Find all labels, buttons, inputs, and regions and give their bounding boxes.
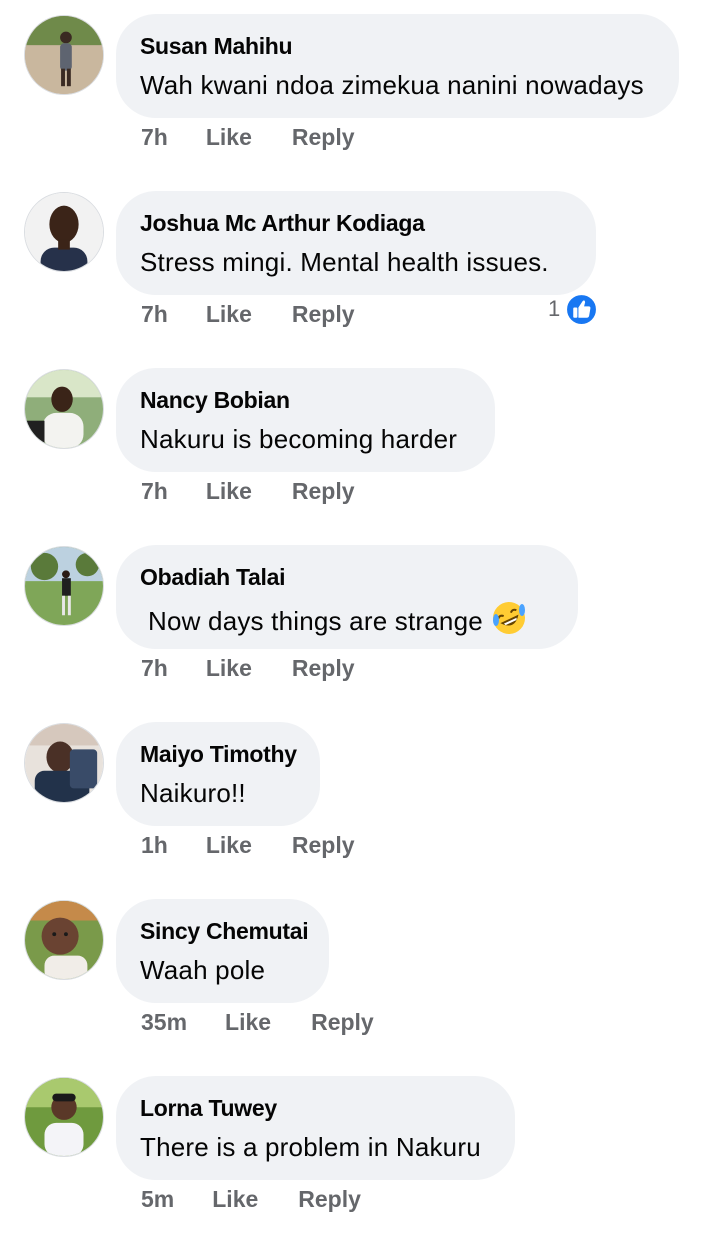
- reply-button[interactable]: Reply: [292, 476, 355, 506]
- comment-actions: 5m Like Reply: [141, 1182, 361, 1216]
- comment-item: Obadiah Talai Now days things are strang…: [0, 531, 720, 708]
- like-button[interactable]: Like: [206, 299, 252, 329]
- reply-button[interactable]: Reply: [292, 653, 355, 683]
- reply-button[interactable]: Reply: [292, 830, 355, 860]
- thumbs-up-icon: [565, 292, 599, 326]
- comment-text-content: Now days things are strange: [148, 606, 483, 636]
- comment-time[interactable]: 7h: [141, 299, 168, 329]
- avatar[interactable]: [24, 369, 104, 449]
- comment-item: Nancy Bobian Nakuru is becoming harder 7…: [0, 354, 720, 531]
- comment-text: Naikuro!!: [140, 778, 246, 808]
- avatar[interactable]: [24, 723, 104, 803]
- like-button[interactable]: Like: [206, 653, 252, 683]
- comment-author[interactable]: Sincy Chemutai: [140, 917, 309, 945]
- reaction-count: 1: [548, 296, 561, 321]
- comment-text: Now days things are strange: [140, 600, 554, 637]
- comment-item: Maiyo Timothy Naikuro!! 1h Like Reply: [0, 708, 720, 885]
- avatar[interactable]: [24, 192, 104, 272]
- reply-button[interactable]: Reply: [292, 299, 355, 329]
- avatar[interactable]: [24, 15, 104, 95]
- like-button[interactable]: Like: [212, 1184, 258, 1214]
- comment-text: Waah pole: [140, 955, 266, 985]
- comment-actions: 7h Like Reply: [141, 120, 355, 154]
- comment-bubble: Joshua Mc Arthur Kodiaga Stress mingi. M…: [116, 191, 596, 295]
- rolling-on-floor-laughing-emoji: [492, 602, 525, 634]
- comment-time[interactable]: 35m: [141, 1007, 187, 1037]
- comment-actions: 7h Like Reply: [141, 474, 355, 508]
- like-button[interactable]: Like: [206, 476, 252, 506]
- reply-button[interactable]: Reply: [292, 122, 355, 152]
- comment-author[interactable]: Joshua Mc Arthur Kodiaga: [140, 209, 572, 237]
- comment-text: There is a problem in Nakuru: [140, 1132, 481, 1162]
- comment-bubble: Maiyo Timothy Naikuro!!: [116, 722, 320, 826]
- comment-bubble: Obadiah Talai Now days things are strang…: [116, 545, 578, 649]
- avatar[interactable]: [24, 900, 104, 980]
- reply-button[interactable]: Reply: [311, 1007, 374, 1037]
- reply-button[interactable]: Reply: [298, 1184, 361, 1214]
- comment-author[interactable]: Lorna Tuwey: [140, 1094, 491, 1122]
- comment-actions: 1h Like Reply: [141, 828, 355, 862]
- comment-time[interactable]: 1h: [141, 830, 168, 860]
- comment-bubble: Susan Mahihu Wah kwani ndoa zimekua nani…: [116, 14, 679, 118]
- comment-author[interactable]: Nancy Bobian: [140, 386, 471, 414]
- like-button[interactable]: Like: [206, 830, 252, 860]
- comment-actions: 35m Like Reply: [141, 1005, 374, 1039]
- comment-time[interactable]: 5m: [141, 1184, 174, 1214]
- comment-bubble: Nancy Bobian Nakuru is becoming harder: [116, 368, 495, 472]
- comment-text: Wah kwani ndoa zimekua nanini nowadays: [140, 70, 644, 100]
- avatar[interactable]: [24, 546, 104, 626]
- comment-author[interactable]: Obadiah Talai: [140, 563, 554, 591]
- comment-actions: 7h Like Reply: [141, 651, 355, 685]
- comment-item: Lorna Tuwey There is a problem in Nakuru…: [0, 1062, 720, 1239]
- comment-author[interactable]: Susan Mahihu: [140, 32, 655, 60]
- comment-item: Susan Mahihu Wah kwani ndoa zimekua nani…: [0, 0, 720, 177]
- like-button[interactable]: Like: [206, 122, 252, 152]
- comment-item: Sincy Chemutai Waah pole 35m Like Reply: [0, 885, 720, 1062]
- comment-item: Joshua Mc Arthur Kodiaga Stress mingi. M…: [0, 177, 720, 354]
- comment-actions: 7h Like Reply: [141, 297, 355, 331]
- reaction-summary[interactable]: 1: [548, 292, 599, 326]
- comment-author[interactable]: Maiyo Timothy: [140, 740, 297, 768]
- comment-text: Stress mingi. Mental health issues.: [140, 247, 549, 277]
- comment-time[interactable]: 7h: [141, 476, 168, 506]
- comment-bubble: Lorna Tuwey There is a problem in Nakuru: [116, 1076, 515, 1180]
- comment-time[interactable]: 7h: [141, 653, 168, 683]
- comment-time[interactable]: 7h: [141, 122, 168, 152]
- like-button[interactable]: Like: [225, 1007, 271, 1037]
- comment-bubble: Sincy Chemutai Waah pole: [116, 899, 329, 1003]
- comment-text: Nakuru is becoming harder: [140, 424, 458, 454]
- avatar[interactable]: [24, 1077, 104, 1157]
